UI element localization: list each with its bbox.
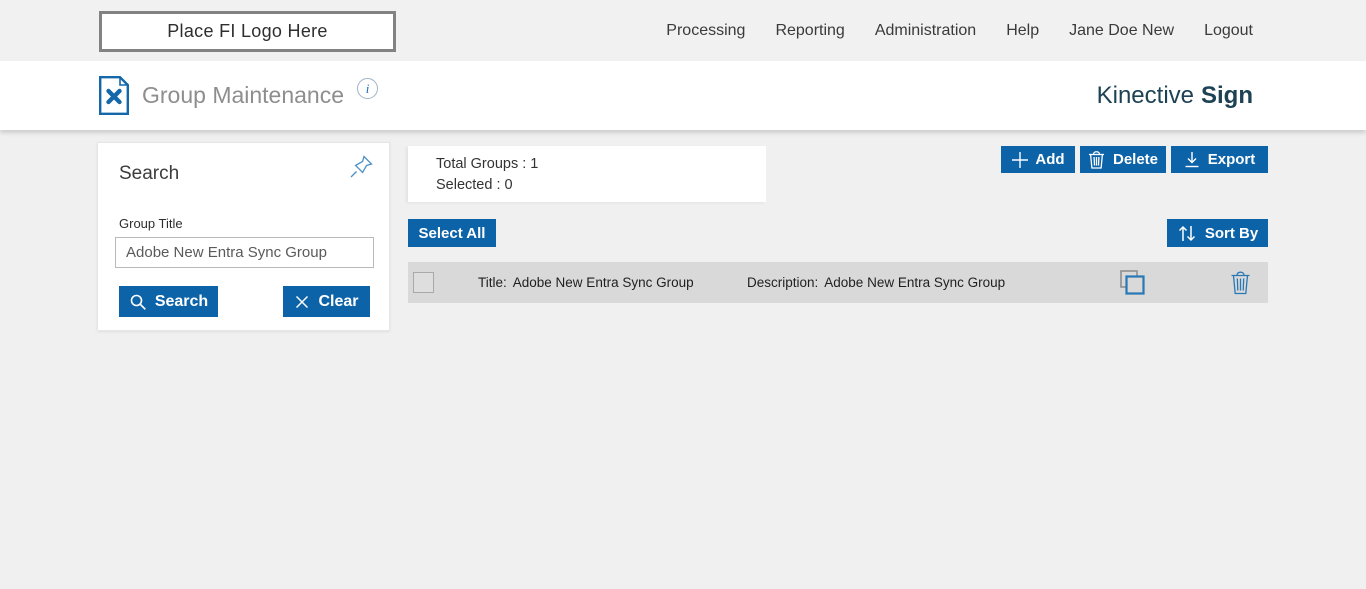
delete-button[interactable]: Delete (1080, 146, 1166, 173)
row-description-label: Description: (747, 275, 819, 290)
sort-icon (1177, 225, 1197, 242)
add-icon (1011, 151, 1029, 169)
total-groups-count: Total Groups : 1 (436, 155, 539, 172)
pin-icon[interactable] (348, 153, 375, 180)
summary-card: Total Groups : 1 Selected : 0 (408, 146, 766, 202)
add-button-label: Add (1035, 151, 1065, 168)
page-title: Group Maintenance (142, 82, 345, 108)
row-description-field: Description: Adobe New Entra Sync Group (747, 262, 1005, 303)
main-nav: Processing Reporting Administration Help… (666, 0, 1253, 61)
delete-button-label: Delete (1112, 151, 1159, 168)
brand-name-regular: Kinective (1096, 81, 1194, 109)
search-button-label: Search (154, 292, 209, 310)
nav-item-logout[interactable]: Logout (1204, 22, 1253, 40)
group-title-input[interactable] (115, 237, 374, 268)
row-copy-button[interactable] (1119, 269, 1146, 296)
nav-item-help[interactable]: Help (1006, 22, 1039, 40)
sort-by-button-label: Sort By (1204, 224, 1259, 242)
search-panel-title: Search (119, 163, 180, 184)
select-all-button[interactable]: Select All (408, 219, 496, 247)
sort-by-button[interactable]: Sort By (1167, 219, 1268, 247)
selected-count: Selected : 0 (436, 176, 513, 193)
row-select-checkbox[interactable] (413, 272, 434, 293)
add-button[interactable]: Add (1001, 146, 1075, 173)
export-button[interactable]: Export (1171, 146, 1268, 173)
brand-logo: Kinective Sign (1097, 61, 1253, 130)
delete-icon (1088, 150, 1105, 169)
action-toolbar: Add Delete Export (1001, 146, 1268, 173)
page-header: Group Maintenance i Kinective Sign (0, 61, 1366, 130)
nav-item-user-menu[interactable]: Jane Doe New (1069, 22, 1174, 40)
select-all-button-label: Select All (418, 224, 486, 242)
search-button[interactable]: Search (119, 286, 218, 317)
group-title-label: Group Title (119, 216, 183, 231)
row-title-value: Adobe New Entra Sync Group (512, 275, 694, 290)
row-delete-icon (1230, 270, 1251, 295)
top-bar: Place FI Logo Here Processing Reporting … (0, 0, 1366, 61)
page-tools-icon (99, 76, 129, 115)
copy-icon (1119, 269, 1146, 296)
nav-item-administration[interactable]: Administration (875, 22, 976, 40)
clear-button-label: Clear (318, 292, 359, 310)
nav-item-processing[interactable]: Processing (666, 22, 745, 40)
row-title-field: Title: Adobe New Entra Sync Group (478, 262, 694, 303)
search-icon (129, 293, 147, 311)
clear-button[interactable]: Clear (283, 286, 370, 317)
clear-icon (294, 294, 310, 310)
export-button-label: Export (1207, 151, 1256, 168)
row-title-label: Title: (478, 275, 507, 290)
search-panel: Search Group Title Search Clear (97, 142, 390, 331)
fi-logo-text: Place FI Logo Here (167, 21, 328, 41)
export-icon (1184, 151, 1200, 168)
info-icon[interactable]: i (357, 78, 379, 99)
nav-item-reporting[interactable]: Reporting (775, 22, 844, 40)
page-header-left: Group Maintenance i (99, 61, 379, 130)
info-icon-glyph: i (365, 80, 370, 96)
brand-name-bold: Sign (1201, 81, 1253, 109)
group-list-row: Title: Adobe New Entra Sync Group Descri… (408, 262, 1268, 303)
content-area: Search Group Title Search Clear (0, 130, 1366, 589)
row-delete-button[interactable] (1230, 270, 1251, 295)
fi-logo-placeholder: Place FI Logo Here (99, 11, 396, 52)
row-description-value: Adobe New Entra Sync Group (824, 275, 1006, 290)
